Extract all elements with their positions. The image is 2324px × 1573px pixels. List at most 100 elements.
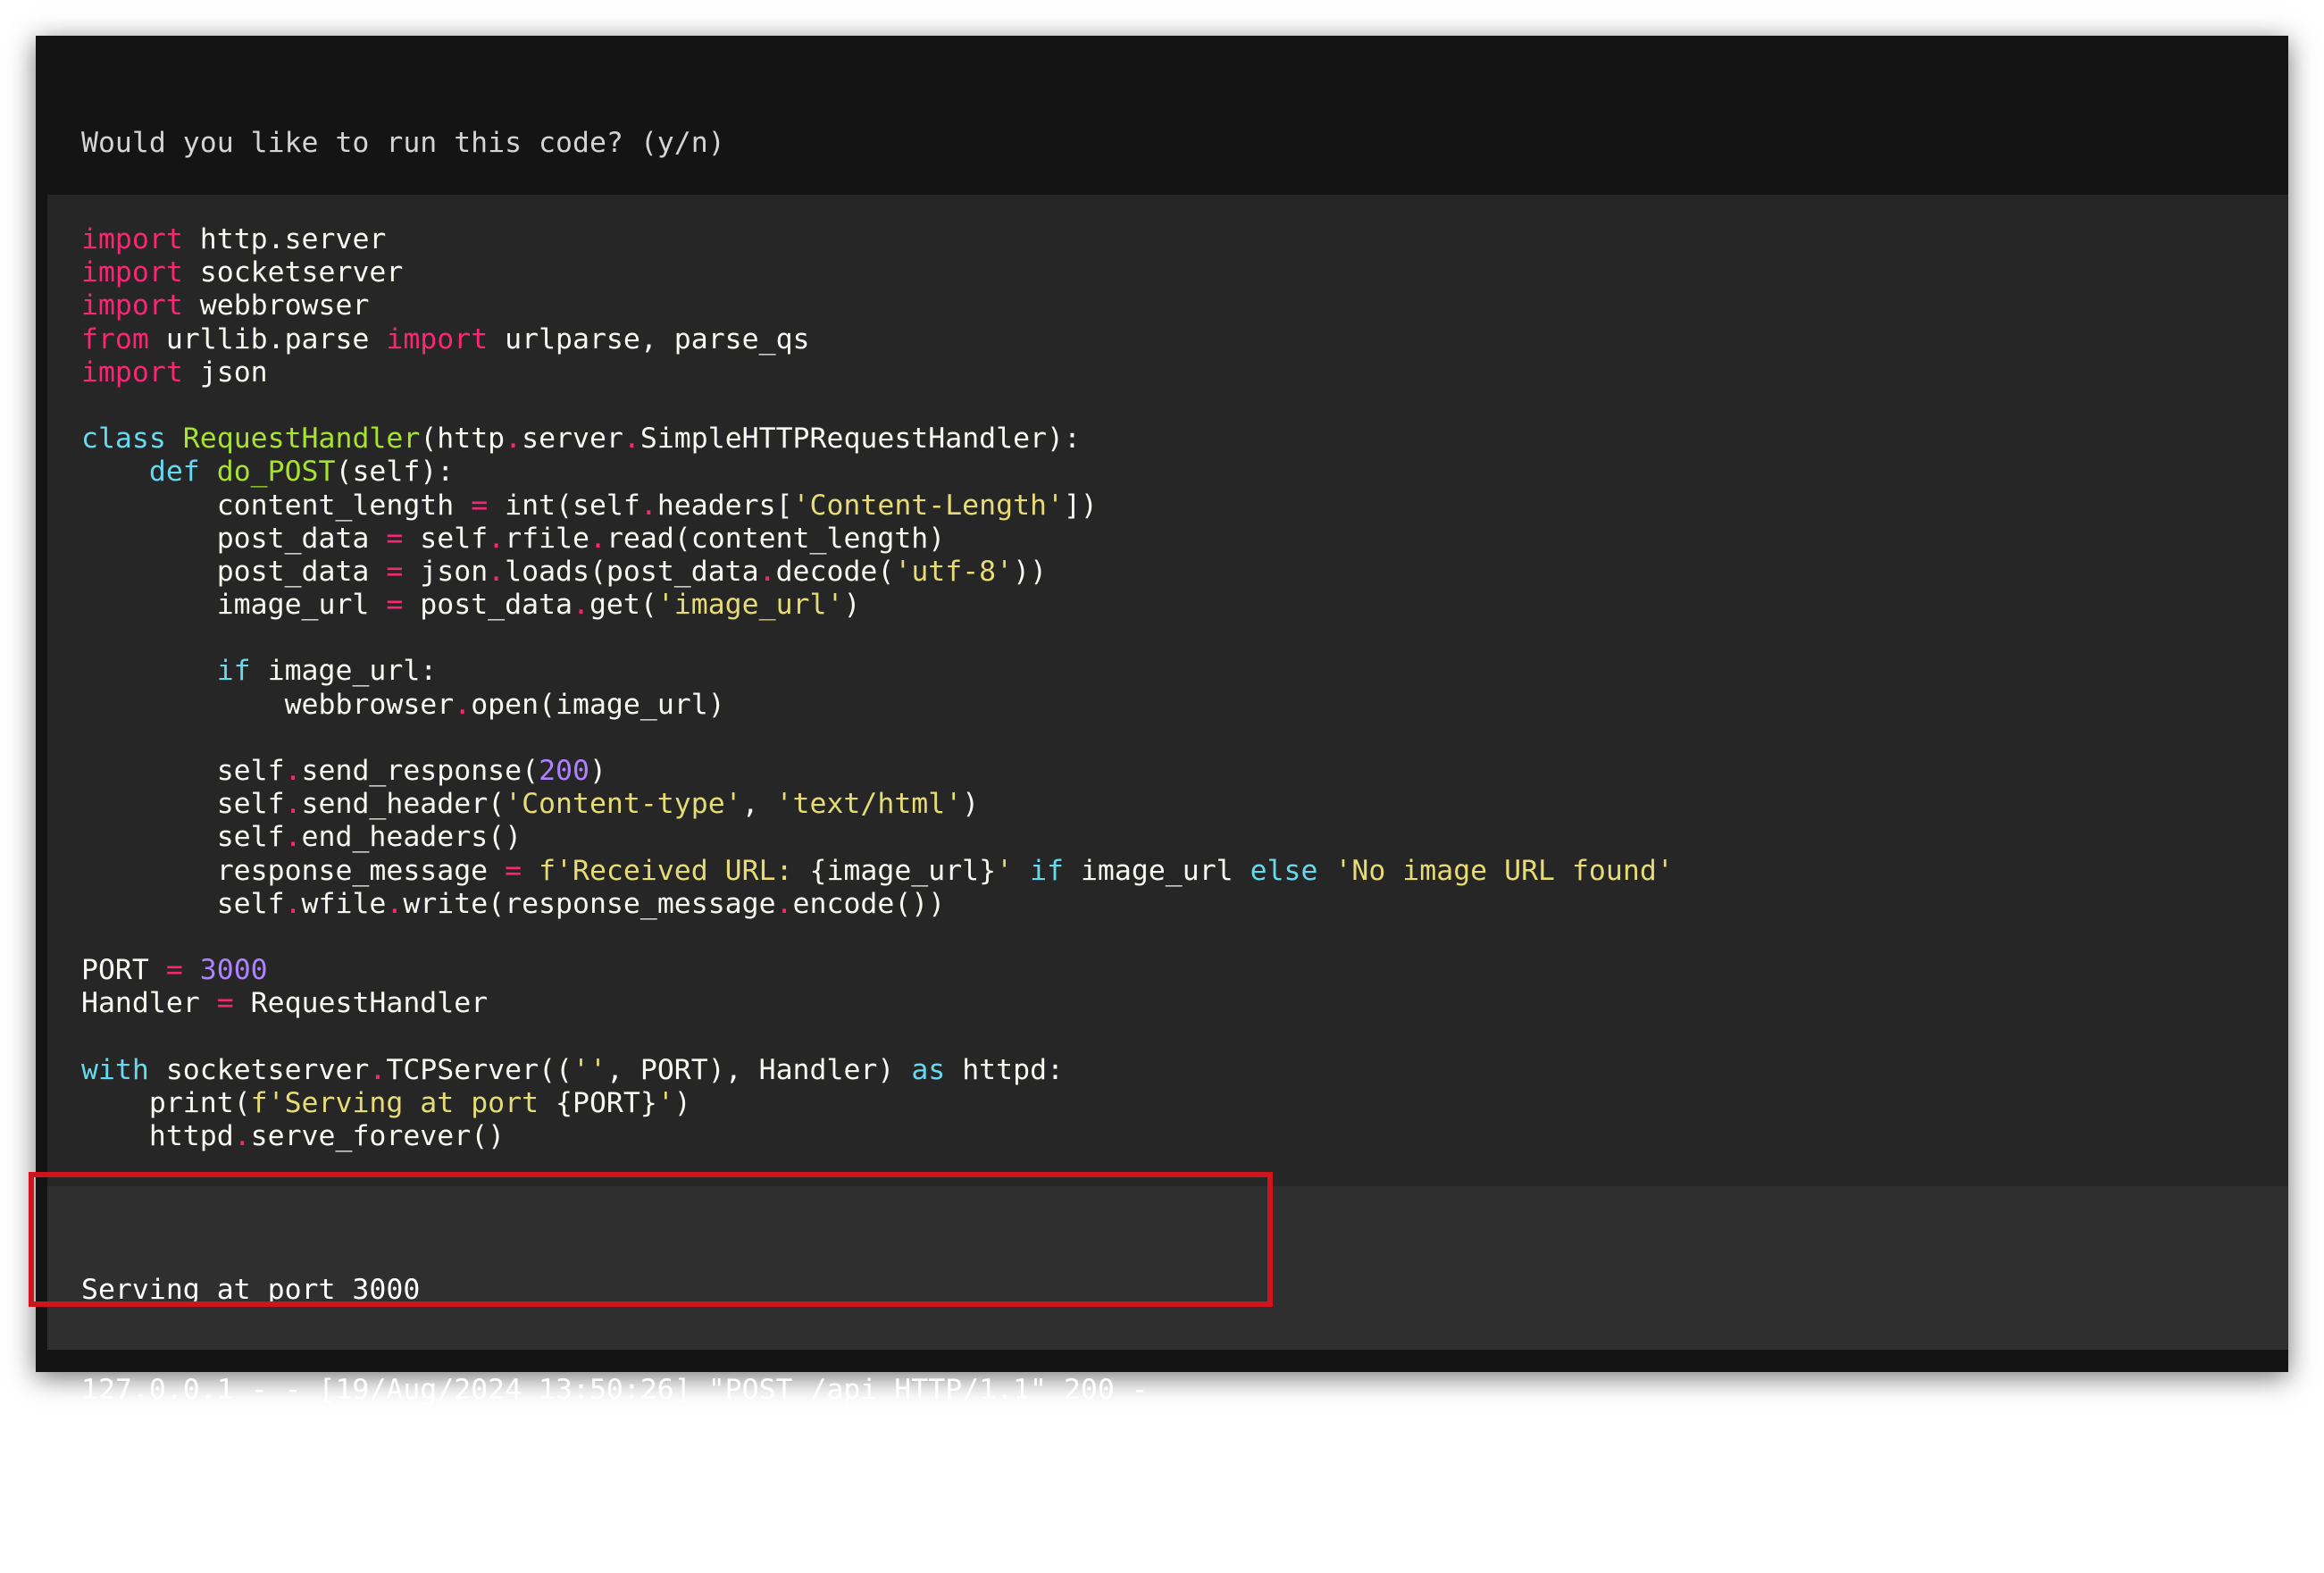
output-line: 127.0.0.1 - - [19/Aug/2024 13:50:58] "PO…	[81, 1473, 1149, 1506]
code-token: {image_url}	[809, 854, 997, 887]
code-token: 200	[539, 755, 589, 787]
code-token: urllib.parse	[148, 322, 387, 356]
code-token: )	[673, 1086, 691, 1119]
code-line: print(f'Serving at port {PORT}')	[81, 1087, 1674, 1120]
code-token: .	[758, 555, 776, 588]
code-token: post_data	[81, 555, 387, 588]
code-token: SimpleHTTPRequestHandler):	[640, 423, 1081, 456]
code-token: =	[386, 522, 404, 555]
code-token: .	[233, 1120, 251, 1153]
code-line: class RequestHandler(http.server.SimpleH…	[81, 423, 1674, 456]
code-token: .	[505, 423, 522, 456]
code-token: =	[386, 555, 404, 588]
code-token: httpd	[81, 1120, 234, 1153]
code-token: f'Serving at port	[250, 1086, 556, 1119]
code-line: webbrowser.open(image_url)	[81, 689, 1674, 722]
code-token: .	[623, 423, 640, 456]
code-token: image_url:	[250, 655, 438, 688]
code-line: import socketserver	[81, 256, 1674, 289]
code-token: =	[471, 489, 489, 522]
code-line: self.end_headers()	[81, 821, 1674, 854]
code-token: print(	[81, 1086, 251, 1119]
code-token: if	[216, 655, 251, 688]
code-token: post_data	[403, 589, 573, 622]
code-token: get(	[589, 589, 657, 622]
code-token: image_url	[81, 589, 387, 622]
run-question: Would you like to run this code? (y/n)	[81, 127, 725, 160]
code-token: send_header(	[301, 788, 506, 821]
code-token: .	[488, 522, 506, 555]
output-block: Serving at port 3000 127.0.0.1 - - [19/A…	[47, 1186, 2288, 1506]
code-token: from	[81, 322, 149, 356]
code-token: class	[81, 423, 166, 456]
code-token: webbrowser	[81, 688, 455, 721]
code-token: 'text/html'	[775, 788, 963, 821]
code-token: self	[81, 755, 285, 787]
code-token: write(response_message	[403, 887, 776, 920]
code-token: post_data	[81, 522, 387, 555]
code-token: {PORT}	[556, 1086, 657, 1119]
code-token: RequestHandler	[233, 987, 489, 1020]
code-token: serve_forever()	[250, 1120, 506, 1153]
code-token: end_headers()	[301, 821, 522, 854]
code-token: import	[81, 256, 183, 289]
code-line: import http.server	[81, 223, 1674, 256]
code-token: f'Received URL:	[539, 854, 810, 887]
code-token: 'No image URL found'	[1334, 854, 1674, 887]
code-lines: import http.server import socketserver imp…	[81, 223, 1674, 1153]
code-token: .	[454, 688, 472, 721]
code-line: post_data = json.loads(post_data.decode(…	[81, 556, 1674, 589]
terminal-window: Would you like to run this code? (y/n) y…	[36, 36, 2288, 1506]
code-token: '	[996, 854, 1014, 887]
code-token: PORT	[81, 954, 166, 987]
code-line: image_url = post_data.get('image_url')	[81, 589, 1674, 622]
code-token: import	[81, 289, 183, 322]
code-token: )	[843, 589, 861, 622]
code-token: 'Content-type'	[505, 788, 742, 821]
code-line: from urllib.parse import urlparse, parse…	[81, 323, 1674, 356]
code-token: .	[589, 522, 606, 555]
code-line: self.wfile.write(response_message.encode…	[81, 888, 1674, 921]
code-token: send_response(	[301, 755, 539, 787]
code-token: .	[284, 755, 302, 787]
code-token: do_POST	[216, 456, 336, 489]
code-token: urlparse, parse_qs	[488, 322, 810, 356]
code-token: (self):	[335, 456, 455, 489]
code-token: loads(post_data	[505, 555, 759, 588]
code-token: def	[148, 456, 200, 489]
code-line: self.send_response(200)	[81, 755, 1674, 788]
code-line: post_data = self.rfile.read(content_leng…	[81, 523, 1674, 556]
code-token: server	[522, 423, 623, 456]
code-token: =	[386, 589, 404, 622]
code-line: import webbrowser	[81, 289, 1674, 322]
code-token: ))	[1013, 555, 1048, 588]
code-line: content_length = int(self.headers['Conte…	[81, 489, 1674, 523]
code-token: ])	[1063, 489, 1098, 522]
code-token: 'utf-8'	[894, 555, 1014, 588]
code-token: encode())	[792, 887, 946, 920]
code-token: socketserver	[182, 256, 404, 289]
code-line: Handler = RequestHandler	[81, 987, 1674, 1020]
code-token: .	[775, 887, 793, 920]
code-token: TCPServer((	[386, 1053, 573, 1086]
code-token: self	[81, 821, 285, 854]
code-token: httpd:	[945, 1053, 1065, 1086]
code-line: if image_url:	[81, 655, 1674, 688]
code-token: Handler	[81, 987, 217, 1020]
code-token: .	[284, 821, 302, 854]
code-token: rfile	[505, 522, 589, 555]
output-lines: Serving at port 3000 127.0.0.1 - - [19/A…	[81, 1208, 1149, 1573]
code-token: ''	[573, 1053, 606, 1086]
code-token: json	[403, 555, 489, 588]
code-token: =	[216, 987, 234, 1020]
code-line: response_message = f'Received URL: {imag…	[81, 855, 1674, 888]
code-token: wfile	[301, 887, 387, 920]
code-line: PORT = 3000	[81, 954, 1674, 987]
